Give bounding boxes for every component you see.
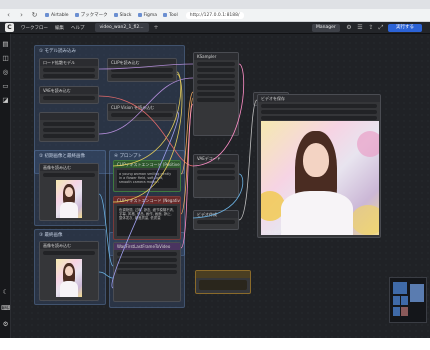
manager-button[interactable]: Manager bbox=[312, 24, 340, 32]
new-tab-button[interactable]: + bbox=[154, 24, 159, 31]
templates-icon[interactable]: ◪ bbox=[1, 96, 10, 105]
share-icon[interactable]: ⇪ bbox=[367, 24, 375, 32]
workflow-tab[interactable]: video_wan2_1_fl2... bbox=[94, 23, 149, 32]
node-connections bbox=[98, 63, 258, 289]
address-bar[interactable]: http://127.0.0.1:8188/ bbox=[185, 11, 244, 19]
node-library-icon[interactable]: ◫ bbox=[1, 54, 10, 63]
theme-toggle-icon[interactable]: ☾ bbox=[1, 288, 10, 297]
settings-gear-icon[interactable]: ⚙ bbox=[1, 320, 10, 329]
comfy-logo[interactable]: C bbox=[5, 23, 14, 32]
left-sidebar: ▤ ◫ ◎ ▭ ◪ ☾ ⌨ ⚙ bbox=[0, 34, 11, 338]
keyboard-icon[interactable]: ⌨ bbox=[1, 304, 10, 313]
minimap[interactable] bbox=[389, 277, 427, 323]
bookmark-5[interactable]: Tool bbox=[163, 13, 178, 18]
run-button[interactable]: 実行する bbox=[388, 24, 422, 32]
bookmark-2[interactable]: ブックマーク bbox=[74, 12, 108, 18]
bookmark-4[interactable]: Figma bbox=[137, 13, 157, 18]
bookmark-1[interactable]: Airtable bbox=[45, 13, 69, 18]
node-graph-canvas[interactable]: ① モデル読み込み ② 初期画像と最終画像 ③ 最終画像 ④ プロンプト ⑤ 動… bbox=[11, 34, 430, 338]
app-window: ‹ › ↻ Airtable ブックマーク Slack Figma Tool h… bbox=[0, 0, 430, 338]
bookmark-3[interactable]: Slack bbox=[113, 13, 132, 18]
queue-icon[interactable]: ☰ bbox=[356, 24, 364, 32]
workflows-icon[interactable]: ▭ bbox=[1, 82, 10, 91]
reload-icon[interactable]: ↻ bbox=[30, 11, 39, 20]
menu-edit[interactable]: 編集 bbox=[55, 25, 64, 31]
browser-toolbar: ‹ › ↻ Airtable ブックマーク Slack Figma Tool h… bbox=[0, 9, 430, 22]
settings-icon[interactable]: ⚙ bbox=[345, 24, 353, 32]
browser-tab-strip bbox=[0, 0, 430, 9]
menu-workflow[interactable]: ワークフロー bbox=[21, 25, 48, 31]
model-library-icon[interactable]: ◎ bbox=[1, 68, 10, 77]
forward-icon[interactable]: › bbox=[17, 11, 26, 20]
comfy-menu-bar: C ワークフロー 編集 ヘルプ video_wan2_1_fl2... + Ma… bbox=[0, 22, 430, 34]
back-icon[interactable]: ‹ bbox=[4, 11, 13, 20]
queue-history-icon[interactable]: ▤ bbox=[1, 40, 10, 49]
expand-icon[interactable]: ⤢ bbox=[377, 24, 385, 32]
menu-help[interactable]: ヘルプ bbox=[71, 25, 85, 31]
